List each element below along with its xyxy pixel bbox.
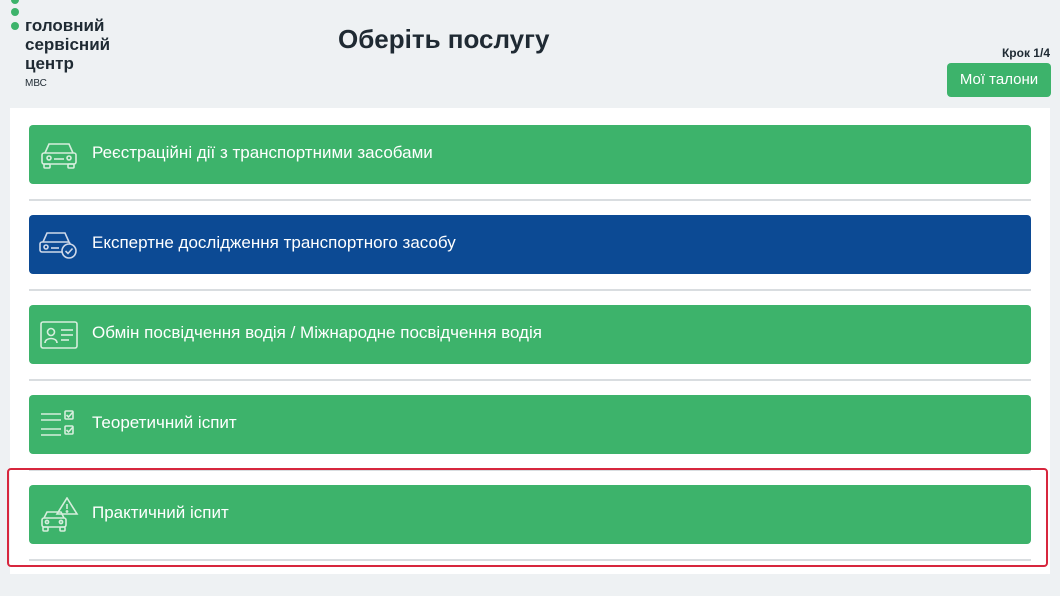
service-label: Обмін посвідчення водія / Міжнародне пос… xyxy=(92,323,542,342)
my-tickets-button[interactable]: Мої талони xyxy=(947,63,1051,97)
id-card-icon xyxy=(39,317,79,353)
logo-line-3: центр xyxy=(25,54,74,73)
bottom-bar xyxy=(0,578,1060,596)
logo: головний сервісний центр МВС xyxy=(8,0,148,95)
logo-text: головний сервісний центр xyxy=(25,16,110,73)
divider xyxy=(29,289,1031,291)
checklist-icon xyxy=(39,407,79,443)
header: головний сервісний центр МВС Оберіть пос… xyxy=(0,0,1060,104)
car-inspection-icon xyxy=(39,227,79,263)
divider xyxy=(29,199,1031,201)
service-label: Експертне дослідження транспортного засо… xyxy=(92,233,456,252)
service-label: Реєстраційні дії з транспортними засобам… xyxy=(92,143,433,162)
step-indicator: Крок 1/4 xyxy=(1001,46,1050,60)
page-title: Оберіть послугу xyxy=(338,24,550,54)
service-label: Теоретичний іспит xyxy=(92,413,237,432)
service-vehicle-registration-button[interactable]: Реєстраційні дії з транспортними засобам… xyxy=(29,125,1031,184)
divider xyxy=(29,379,1031,381)
logo-sub: МВС xyxy=(25,78,47,89)
service-vehicle-expertise-button[interactable]: Експертне дослідження транспортного засо… xyxy=(29,215,1031,274)
car-icon xyxy=(39,137,79,173)
selection-highlight xyxy=(7,468,1048,567)
logo-line-1: головний xyxy=(25,16,105,35)
logo-dots-icon xyxy=(11,0,21,34)
service-theory-exam-button[interactable]: Теоретичний іспит xyxy=(29,395,1031,454)
logo-line-2: сервісний xyxy=(25,35,111,54)
service-license-exchange-button[interactable]: Обмін посвідчення водія / Міжнародне пос… xyxy=(29,305,1031,364)
